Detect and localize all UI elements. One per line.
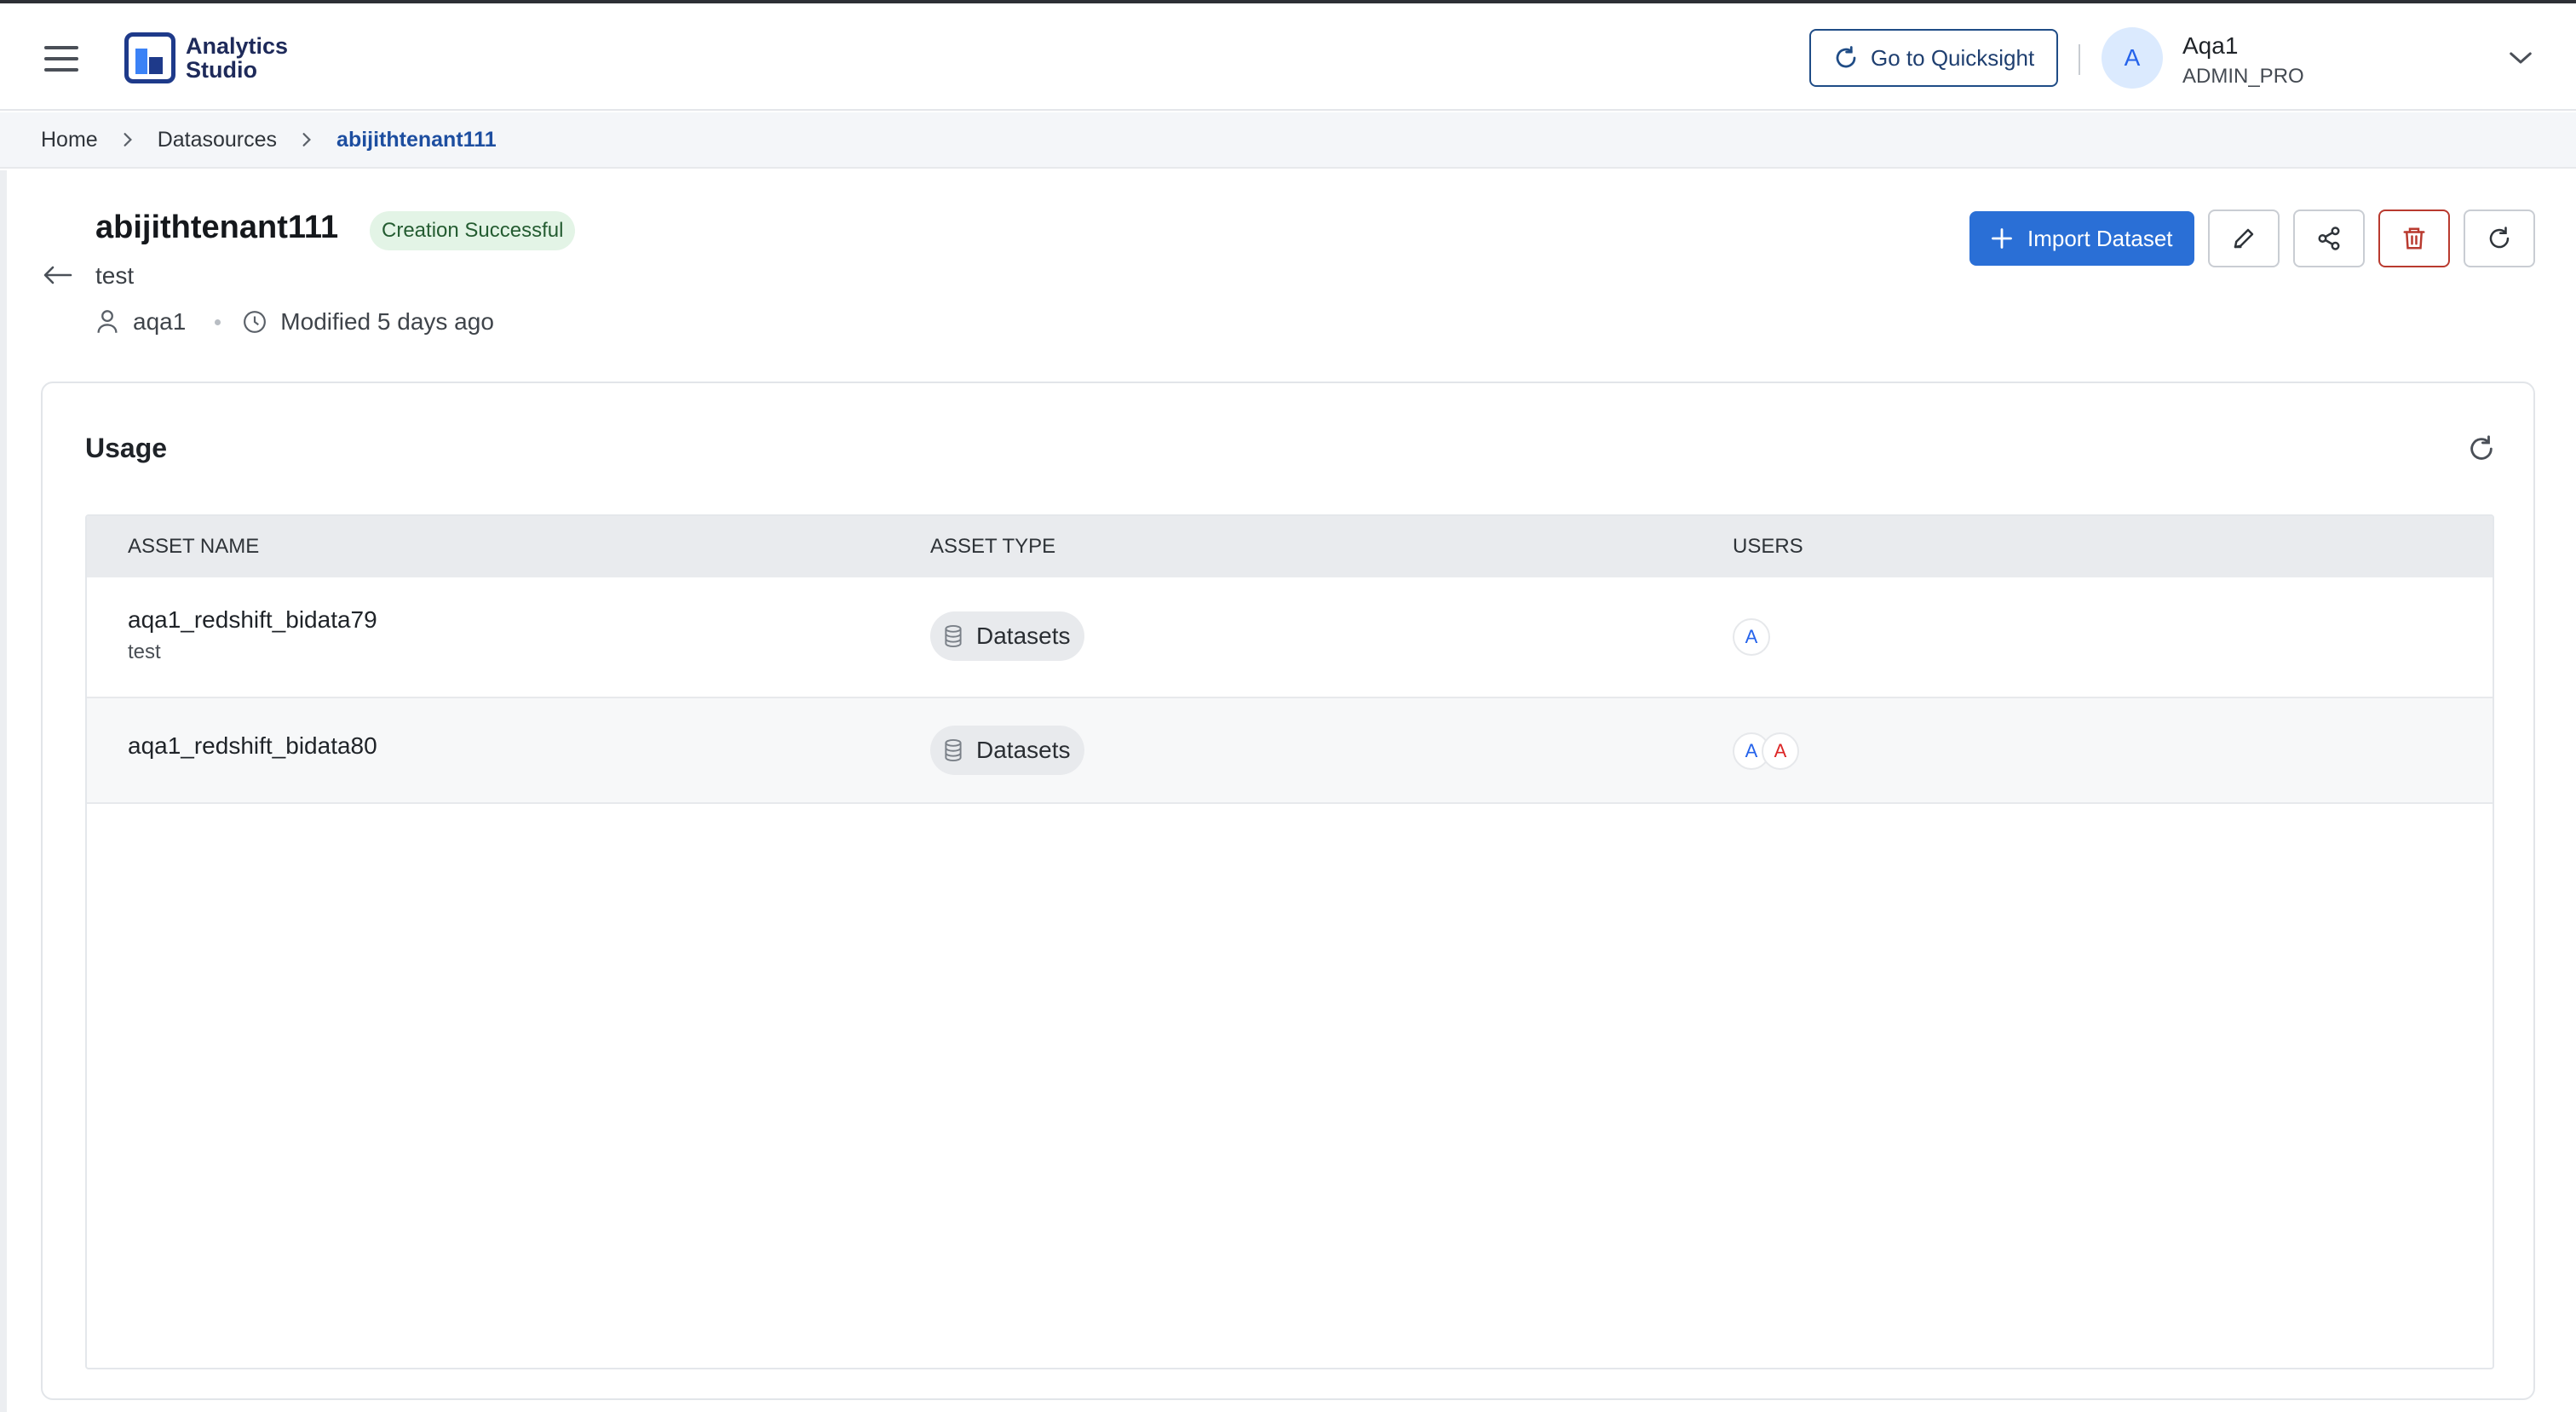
asset-type-pill: Datasets: [930, 726, 1084, 775]
users-cell: A A: [1733, 732, 1799, 770]
asset-cell: aqa1_redshift_bidata80: [128, 732, 377, 760]
share-icon: [2318, 227, 2340, 250]
chevron-right-icon: [302, 133, 312, 146]
app-name-line-1: Analytics: [186, 33, 289, 59]
left-edge-shade: [0, 170, 7, 1412]
database-icon: [945, 738, 962, 762]
asset-cell: aqa1_redshift_bidata79 test: [128, 606, 377, 664]
breadcrumb-datasources[interactable]: Datasources: [158, 128, 277, 152]
datasource-description: test: [95, 262, 135, 289]
edit-button[interactable]: [2208, 210, 2280, 267]
column-header-asset-type[interactable]: ASSET TYPE: [930, 535, 1055, 559]
delete-button[interactable]: [2378, 210, 2450, 267]
header-divider: [2079, 44, 2080, 75]
share-button[interactable]: [2293, 210, 2365, 267]
database-icon: [945, 624, 962, 648]
refresh-button[interactable]: [2464, 210, 2535, 267]
separator-dot: [215, 319, 221, 325]
chevron-right-icon: [124, 133, 132, 146]
breadcrumb-home[interactable]: Home: [41, 128, 98, 152]
usage-table: ASSET NAME ASSET TYPE USERS aqa1_redshif…: [85, 514, 2494, 1369]
asset-type-cell: Datasets: [930, 611, 1084, 661]
back-arrow-icon[interactable]: [43, 264, 73, 286]
app-name: Analytics Studio: [186, 34, 288, 82]
clock-icon: [244, 311, 267, 333]
user-role: ADMIN_PRO: [2182, 65, 2304, 88]
modified-time: Modified 5 days ago: [280, 308, 494, 335]
asset-type-pill: Datasets: [930, 611, 1084, 661]
app-logo-icon[interactable]: [124, 32, 175, 83]
asset-description: test: [128, 640, 161, 663]
app-header: Analytics Studio Go to Quicksight A Aqa1…: [0, 3, 2576, 111]
user-name[interactable]: Aqa1: [2182, 32, 2238, 60]
column-header-users[interactable]: USERS: [1733, 535, 1803, 559]
table-row[interactable]: aqa1_redshift_bidata80 Datasets A A: [87, 698, 2493, 804]
asset-type-label: Datasets: [976, 737, 1071, 763]
asset-name[interactable]: aqa1_redshift_bidata80: [128, 732, 377, 760]
refresh-icon: [2489, 227, 2510, 249]
user-icon: [97, 310, 118, 333]
breadcrumb: Home Datasources abijithtenant111: [0, 112, 2576, 169]
usage-title: Usage: [85, 433, 168, 463]
trash-icon: [2403, 227, 2425, 250]
go-to-quicksight-button[interactable]: Go to Quicksight: [1809, 29, 2058, 87]
asset-type-cell: Datasets: [930, 726, 1084, 775]
chevron-down-icon[interactable]: [2508, 48, 2533, 68]
menu-icon[interactable]: [44, 46, 78, 72]
app-name-line-2: Studio: [186, 57, 257, 83]
refresh-icon: [1836, 46, 1856, 68]
column-header-asset-name[interactable]: ASSET NAME: [128, 535, 259, 559]
breadcrumb-current: abijithtenant111: [336, 127, 497, 152]
asset-type-label: Datasets: [976, 623, 1071, 649]
page-title: abijithtenant111: [95, 210, 339, 245]
users-cell: A: [1733, 618, 1770, 656]
asset-name[interactable]: aqa1_redshift_bidata79: [128, 606, 377, 634]
datasource-meta: aqa1 Modified 5 days ago: [95, 308, 494, 336]
table-row[interactable]: aqa1_redshift_bidata79 test Datasets A: [87, 577, 2493, 698]
owner-name: aqa1: [133, 308, 187, 335]
table-header: ASSET NAME ASSET TYPE USERS: [87, 516, 2493, 577]
avatar[interactable]: A: [2102, 27, 2163, 89]
refresh-icon[interactable]: [2467, 434, 2496, 463]
status-badge: Creation Successful: [370, 211, 576, 250]
plus-icon: [1992, 228, 2012, 249]
usage-card: Usage ASSET NAME ASSET TYPE USERS aqa1_r…: [41, 382, 2535, 1400]
user-chip[interactable]: A: [1733, 618, 1770, 656]
import-dataset-label: Import Dataset: [2027, 225, 2173, 251]
quicksight-label: Go to Quicksight: [1871, 44, 2035, 71]
import-dataset-button[interactable]: Import Dataset: [1969, 211, 2194, 266]
pencil-icon: [2234, 228, 2254, 249]
user-chip[interactable]: A: [1762, 732, 1799, 770]
